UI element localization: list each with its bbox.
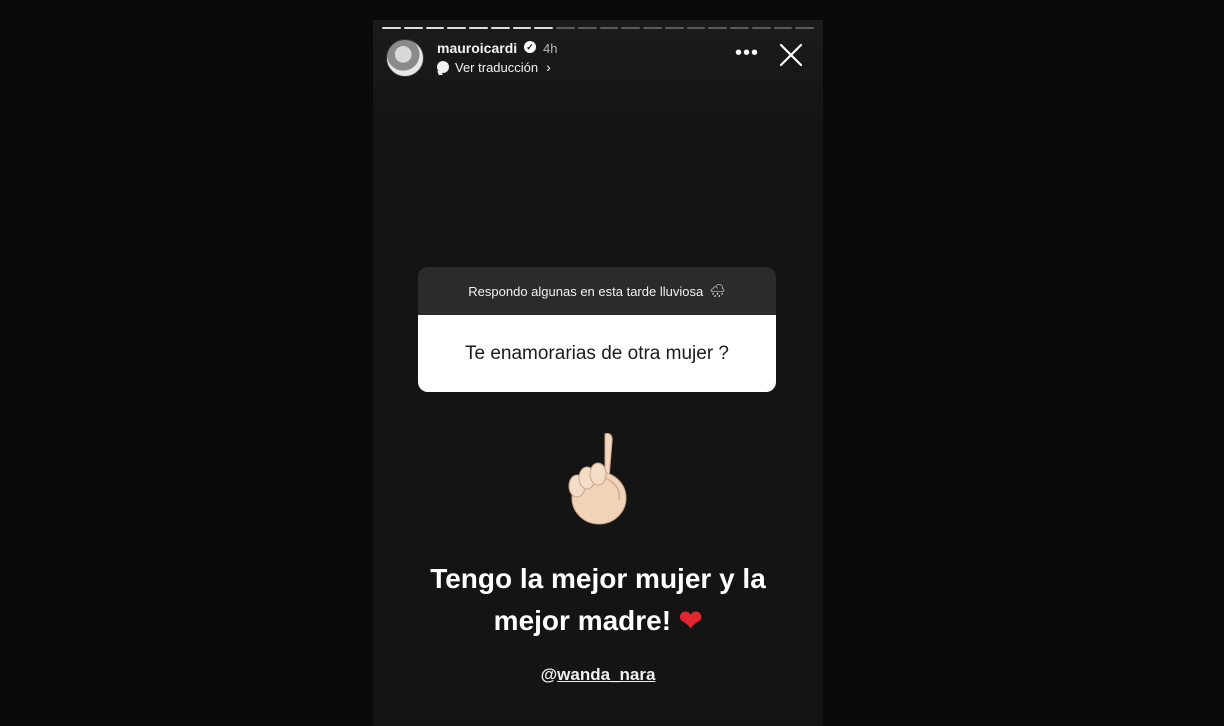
- answer-text: Tengo la mejor mujer y la mejor madre! ❤: [373, 558, 823, 642]
- story-progress-segment: [403, 27, 423, 29]
- story-progress-segment: [664, 27, 684, 29]
- mention-link[interactable]: @wanda_nara: [373, 665, 823, 685]
- story-progress-segment: [621, 27, 640, 29]
- mention-username: wanda_nara: [557, 665, 656, 684]
- story-progress-segment: [686, 27, 706, 29]
- story-progress-segment: [556, 27, 575, 29]
- translate-bubble-icon: [437, 61, 449, 73]
- story-progress-segment: [730, 27, 749, 29]
- story-header: mauroicardi ✓ 4h Ver traducción › •••: [386, 38, 813, 82]
- post-time: 4h: [543, 41, 558, 56]
- story-progress-segment: [512, 27, 532, 29]
- story-progress-bar: [382, 27, 814, 30]
- close-icon[interactable]: [778, 42, 804, 68]
- story-progress-segment: [490, 27, 510, 29]
- story-progress-segment: [643, 27, 662, 29]
- pointing-up-finger-icon: [568, 433, 627, 525]
- avatar[interactable]: [386, 39, 424, 77]
- story-progress-segment: [534, 27, 553, 29]
- more-dots-icon[interactable]: •••: [735, 42, 759, 65]
- question-text-box: Te enamorarias de otra mujer ?: [418, 315, 776, 392]
- heart-icon: ❤: [678, 605, 703, 636]
- question-sticker[interactable]: Respondo algunas en esta tarde lluviosa …: [418, 267, 776, 392]
- question-text: Te enamorarias de otra mujer ?: [464, 342, 729, 364]
- username[interactable]: mauroicardi: [437, 40, 517, 56]
- translate-link[interactable]: Ver traducción ›: [437, 59, 551, 75]
- story-progress-segment: [599, 27, 619, 29]
- story-progress-segment: [751, 27, 771, 29]
- answer-line-2-wrap: mejor madre! ❤: [373, 600, 823, 642]
- story-progress-segment: [469, 27, 488, 29]
- story-progress-segment: [773, 27, 793, 29]
- story-progress-segment: [708, 27, 727, 29]
- story-viewer[interactable]: mauroicardi ✓ 4h Ver traducción › ••• Re…: [373, 20, 823, 726]
- story-progress-segment: [382, 27, 401, 29]
- answer-line-2: mejor madre!: [493, 605, 672, 636]
- mention-at: @: [540, 665, 558, 684]
- story-progress-segment: [425, 27, 445, 29]
- question-prompt-header: Respondo algunas en esta tarde lluviosa …: [418, 267, 776, 315]
- question-prompt: Respondo algunas en esta tarde lluviosa: [468, 283, 704, 299]
- story-progress-segment: [795, 27, 814, 29]
- story-progress-segment: [447, 27, 466, 29]
- verified-badge-icon: ✓: [524, 41, 536, 53]
- rain-cloud-icon: 🌧: [709, 283, 726, 298]
- chevron-right-icon: ›: [546, 59, 551, 75]
- translate-label: Ver traducción: [455, 59, 539, 75]
- story-progress-segment: [577, 27, 597, 29]
- answer-line-1: Tengo la mejor mujer y la: [430, 563, 766, 594]
